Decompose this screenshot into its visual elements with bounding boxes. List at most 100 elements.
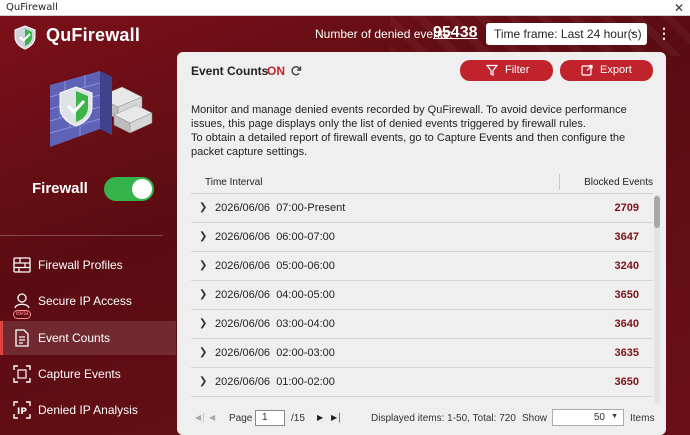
event-counts-icon xyxy=(15,329,29,347)
items-label: Items xyxy=(630,413,655,424)
expand-chevron-icon[interactable]: ❯ xyxy=(199,202,207,213)
prev-page-icon[interactable]: ◀ xyxy=(209,413,215,422)
row-interval: 04:00-05:00 xyxy=(276,289,335,301)
row-blocked-count: 3650 xyxy=(614,289,639,301)
sidebar-item-denied-ip-analysis[interactable]: IP Denied IP Analysis xyxy=(0,393,176,427)
row-time-interval: 2026/06/06 07:00-Present xyxy=(215,202,345,214)
next-page-icon[interactable]: ▶ xyxy=(317,413,323,422)
event-counts-card: Event Counts ON Filter Export Monitor an… xyxy=(177,52,666,435)
status-badge: ON xyxy=(267,64,285,78)
row-interval: 07:00-Present xyxy=(276,202,346,214)
filter-label: Filter xyxy=(505,64,530,76)
expand-chevron-icon[interactable]: ❯ xyxy=(199,376,207,387)
items-per-page-select[interactable]: 50 ▼ xyxy=(552,409,624,426)
expand-chevron-icon[interactable]: ❯ xyxy=(199,260,207,271)
table-row[interactable]: ❯ 2026/06/06 04:00-05:00 3650 xyxy=(191,281,653,310)
svg-text:IP: IP xyxy=(17,407,27,417)
expand-chevron-icon[interactable]: ❯ xyxy=(199,289,207,300)
capture-events-icon xyxy=(13,365,31,383)
row-date: 2026/06/06 xyxy=(215,289,271,301)
close-icon[interactable]: ✕ xyxy=(674,0,684,16)
more-options-icon[interactable]: ⋮ xyxy=(657,25,671,41)
table-scrollbar[interactable] xyxy=(654,194,660,404)
scrollbar-thumb[interactable] xyxy=(654,196,660,228)
filter-icon xyxy=(486,64,498,76)
refresh-icon[interactable] xyxy=(290,65,302,77)
secure-ip-access-icon xyxy=(14,293,30,309)
toggle-knob xyxy=(132,179,152,199)
row-time-interval: 2026/06/06 03:00-04:00 xyxy=(215,318,335,330)
timeframe-select[interactable]: Time frame: Last 24 hour(s) ⌄ xyxy=(486,23,647,45)
table-row[interactable]: ❯ 2026/06/06 02:00-03:00 3635 xyxy=(191,339,653,368)
first-page-icon[interactable]: ◀│ xyxy=(195,413,206,422)
denied-events-label: Number of denied events: xyxy=(315,27,453,41)
chevron-down-icon: ▼ xyxy=(611,413,618,420)
description-paragraph: To obtain a detailed report of firewall … xyxy=(191,132,626,158)
row-time-interval: 2026/06/06 06:00-07:00 xyxy=(215,231,335,243)
sidebar-item-firewall-profiles[interactable]: Firewall Profiles xyxy=(0,248,176,282)
sidebar-item-label: Firewall Profiles xyxy=(38,258,123,272)
page-total: /15 xyxy=(291,413,305,424)
column-header-time[interactable]: Time Interval xyxy=(205,177,262,188)
sidebar-item-capture-events[interactable]: Capture Events xyxy=(0,357,176,391)
page-title: Event Counts xyxy=(191,64,269,78)
row-interval: 01:00-02:00 xyxy=(276,376,335,388)
export-label: Export xyxy=(600,64,632,76)
column-header-blocked[interactable]: Blocked Events xyxy=(584,177,653,188)
filter-button[interactable]: Filter xyxy=(460,60,553,81)
row-time-interval: 2026/06/06 02:00-03:00 xyxy=(215,347,335,359)
row-date: 2026/06/06 xyxy=(215,260,271,272)
app-body: QuFirewall Number of denied events: 9543… xyxy=(0,16,690,435)
timeframe-value: Time frame: Last 24 hour(s) xyxy=(494,27,642,41)
expand-chevron-icon[interactable]: ❯ xyxy=(199,347,207,358)
row-interval: 03:00-04:00 xyxy=(276,318,335,330)
row-blocked-count: 3240 xyxy=(614,260,639,272)
window-titlebar: QuFirewall ✕ xyxy=(0,0,690,16)
table-row[interactable]: ❯ 2026/06/06 05:00-06:00 3240 xyxy=(191,252,653,281)
table-row[interactable]: ❯ 2026/06/06 03:00-04:00 3640 xyxy=(191,310,653,339)
sidebar-item-label: Denied IP Analysis xyxy=(38,403,138,417)
row-blocked-count: 3647 xyxy=(614,231,639,243)
items-per-page-value: 50 xyxy=(593,412,605,423)
pagination: ◀│ ◀ Page 1 /15 ▶ ▶│ Displayed items: 1-… xyxy=(191,406,661,432)
table-row[interactable]: ❯ 2026/06/06 07:00-Present 2709 xyxy=(191,194,653,223)
sidebar-divider xyxy=(0,235,163,236)
beta-badge: Beta xyxy=(13,310,32,319)
firewall-label: Firewall xyxy=(32,180,88,197)
row-blocked-count: 3650 xyxy=(614,376,639,388)
row-time-interval: 2026/06/06 01:00-02:00 xyxy=(215,376,335,388)
row-blocked-count: 3635 xyxy=(614,347,639,359)
last-page-icon[interactable]: ▶│ xyxy=(331,413,342,422)
column-separator xyxy=(559,174,560,190)
description: Monitor and manage denied events recorde… xyxy=(191,103,657,159)
row-blocked-count: 3640 xyxy=(614,318,639,330)
expand-chevron-icon[interactable]: ❯ xyxy=(199,318,207,329)
row-time-interval: 2026/06/06 05:00-06:00 xyxy=(215,260,335,272)
page-label: Page xyxy=(229,413,253,424)
row-interval: 05:00-06:00 xyxy=(276,260,335,272)
sidebar-item-label: Secure IP Access xyxy=(38,294,132,308)
show-label: Show xyxy=(522,413,548,424)
firewall-toggle[interactable] xyxy=(104,177,154,201)
sidebar-item-event-counts[interactable]: Event Counts xyxy=(0,321,176,355)
table-row[interactable]: ❯ 2026/06/06 01:00-02:00 3650 xyxy=(191,368,653,397)
table-row[interactable]: ❯ 2026/06/06 06:00-07:00 3647 xyxy=(191,223,653,252)
denied-ip-analysis-icon: IP xyxy=(13,401,31,419)
denied-events-count[interactable]: 95438 xyxy=(433,24,478,42)
row-time-interval: 2026/06/06 04:00-05:00 xyxy=(215,289,335,301)
row-blocked-count: 2709 xyxy=(614,202,639,214)
row-interval: 02:00-03:00 xyxy=(276,347,335,359)
page-number-input[interactable]: 1 xyxy=(255,410,285,426)
sidebar-item-label: Capture Events xyxy=(38,367,121,381)
qufirewall-logo-icon xyxy=(14,25,36,50)
row-date: 2026/06/06 xyxy=(215,202,271,214)
sidebar-item-label: Event Counts xyxy=(38,331,111,345)
sidebar-item-secure-ip-access[interactable]: Beta Secure IP Access xyxy=(0,284,176,319)
firewall-illustration xyxy=(49,71,153,147)
row-date: 2026/06/06 xyxy=(215,376,271,388)
table-body: ❯ 2026/06/06 07:00-Present 2709 ❯ 2026/0… xyxy=(191,194,653,404)
app-name: QuFirewall xyxy=(46,25,141,45)
expand-chevron-icon[interactable]: ❯ xyxy=(199,231,207,242)
export-button[interactable]: Export xyxy=(560,60,653,81)
description-paragraph: Monitor and manage denied events recorde… xyxy=(191,104,627,130)
